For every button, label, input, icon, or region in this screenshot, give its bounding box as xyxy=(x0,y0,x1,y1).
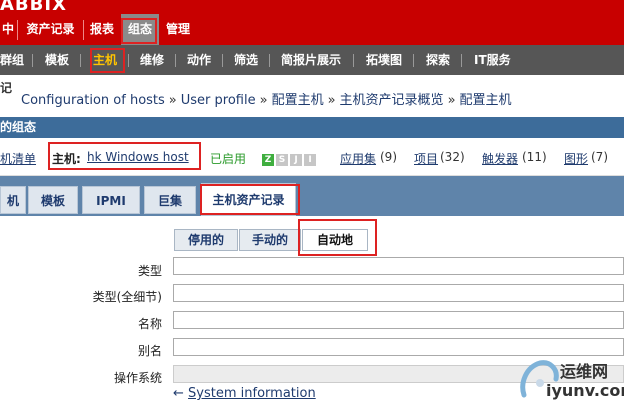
watermark-text-url: iyunv.com xyxy=(546,381,624,400)
menu-divider xyxy=(175,54,176,67)
sub-menu-item-host-groups[interactable]: 群组 xyxy=(0,45,24,75)
sub-menu-item-hosts[interactable]: 主机 xyxy=(93,45,117,75)
history-label: 记 xyxy=(0,81,13,95)
menu-divider xyxy=(80,54,81,67)
type-full-input[interactable] xyxy=(173,284,624,302)
triggers-count: (11) xyxy=(522,150,547,164)
sub-menu-item-maps[interactable]: 拓墣图 xyxy=(366,45,402,75)
host-prefix: 主机: xyxy=(52,152,81,166)
type-input[interactable] xyxy=(173,257,624,275)
top-bar: ABBIX xyxy=(0,0,624,15)
items-count: (32) xyxy=(440,150,465,164)
applications-link[interactable]: 应用集 xyxy=(340,150,376,167)
inventory-mode-automatic[interactable]: 自动地 xyxy=(302,229,368,251)
snmp-status-icon: S xyxy=(276,154,288,166)
ipmi-status-icon: I xyxy=(304,154,316,166)
breadcrumb-link[interactable]: 配置主机 xyxy=(272,93,324,108)
host-name-link[interactable]: hk Windows host xyxy=(87,150,189,164)
inventory-mode-manual[interactable]: 手动的 xyxy=(239,229,301,251)
main-menu-item-reports[interactable]: 报表 xyxy=(85,14,119,45)
graphs-link[interactable]: 图形 xyxy=(564,150,588,167)
main-menu-item-administration[interactable]: 管理 xyxy=(160,14,196,45)
menu-divider xyxy=(32,54,33,67)
alias-input[interactable] xyxy=(173,338,624,356)
breadcrumb-separator: » xyxy=(447,93,456,108)
tab-templates[interactable]: 模板 xyxy=(28,186,78,214)
field-label-type: 类型 xyxy=(137,264,162,278)
menu-divider xyxy=(269,54,270,67)
jmx-status-icon: J xyxy=(290,154,302,166)
watermark: 运维网 iyunv.com xyxy=(516,355,624,405)
breadcrumb-link[interactable]: Configuration of hosts xyxy=(21,93,165,108)
menu-divider xyxy=(83,20,84,40)
tab-host[interactable]: 机 xyxy=(0,186,26,214)
zabbix-logo[interactable]: ABBIX xyxy=(0,0,67,15)
main-menu-item-monitoring[interactable]: 中 xyxy=(0,14,16,45)
main-menu: 中 资产记录 报表 组态 管理 xyxy=(0,14,624,45)
system-information-link-row: ← System information xyxy=(173,386,316,401)
section-header: 的组态 xyxy=(0,117,624,138)
field-label-type-full: 类型(全细节) xyxy=(92,290,162,304)
host-list-link[interactable]: 机清单 xyxy=(0,150,36,167)
tab-macros[interactable]: 巨集 xyxy=(144,186,196,214)
availability-indicators: ZSJI xyxy=(262,151,318,166)
menu-divider xyxy=(353,54,354,67)
section-title: 的组态 xyxy=(0,120,37,134)
breadcrumb-separator: » xyxy=(259,93,268,108)
system-information-link[interactable]: System information xyxy=(188,386,316,401)
watermark-text-cn: 运维网 xyxy=(560,362,609,381)
tab-host-inventory[interactable]: 主机资产记录 xyxy=(201,183,296,216)
sub-menu-item-actions[interactable]: 动作 xyxy=(187,45,211,75)
host-status[interactable]: 已启用 xyxy=(210,150,246,167)
sub-menu-item-slide-shows[interactable]: 简报片展示 xyxy=(281,45,341,75)
menu-divider xyxy=(461,54,462,67)
zabbix-agent-status-icon: Z xyxy=(262,154,274,166)
sub-menu-item-discovery[interactable]: 探索 xyxy=(426,45,450,75)
name-input[interactable] xyxy=(173,311,624,329)
field-label-os: 操作系统 xyxy=(113,371,162,385)
items-link[interactable]: 项目 xyxy=(414,150,438,167)
breadcrumb-link[interactable]: 配置主机 xyxy=(460,93,512,108)
applications-count: (9) xyxy=(380,150,397,164)
menu-divider xyxy=(413,54,414,67)
triggers-link[interactable]: 触发器 xyxy=(482,150,518,167)
field-label-alias: 别名 xyxy=(137,344,162,358)
menu-divider xyxy=(17,20,18,40)
breadcrumb: Configuration of hosts» User profile» 配置主机… xyxy=(21,89,512,108)
menu-divider xyxy=(222,54,223,67)
breadcrumb-link[interactable]: 主机资产记录概览 xyxy=(340,93,444,108)
sub-menu: 群组 模板 主机 维修 动作 筛选 简报片展示 拓墣图 探索 IT服务 xyxy=(0,45,624,75)
main-menu-item-inventory[interactable]: 资产记录 xyxy=(19,14,82,45)
sub-menu-item-maintenance[interactable]: 维修 xyxy=(140,45,164,75)
inventory-mode-disabled[interactable]: 停用的 xyxy=(174,229,238,251)
graphs-count: (7) xyxy=(591,150,608,164)
breadcrumb-link[interactable]: User profile xyxy=(181,93,256,108)
sub-menu-item-it-services[interactable]: IT服务 xyxy=(474,45,511,75)
breadcrumb-separator: » xyxy=(168,93,177,108)
main-menu-item-configuration[interactable]: 组态 xyxy=(121,14,159,45)
left-arrow-icon: ← xyxy=(173,386,184,401)
sub-menu-item-templates[interactable]: 模板 xyxy=(45,45,69,75)
history-bar: 记 Configuration of hosts» User profile» 配置… xyxy=(0,75,624,117)
menu-divider xyxy=(128,54,129,67)
breadcrumb-separator: » xyxy=(327,93,336,108)
sub-menu-item-filters[interactable]: 筛选 xyxy=(234,45,258,75)
field-label-name: 名称 xyxy=(137,317,162,331)
tab-ipmi[interactable]: IPMI xyxy=(82,186,140,214)
